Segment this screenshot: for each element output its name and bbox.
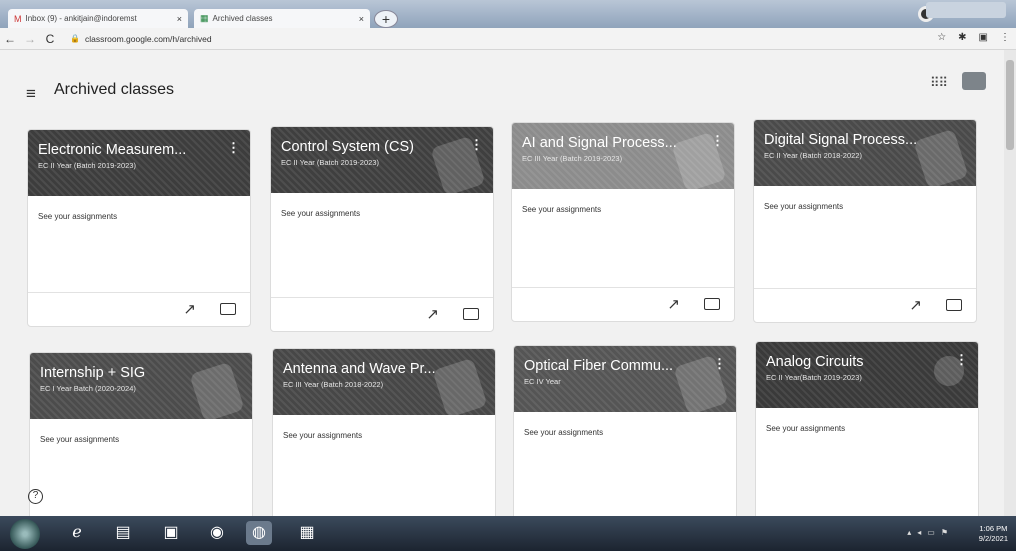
folder-icon[interactable] [704, 298, 720, 310]
illustration [913, 128, 969, 190]
class-card-internship-sig[interactable]: Internship + SIG EC I Year Batch (2020-2… [29, 352, 253, 527]
new-tab-button[interactable]: + [374, 10, 398, 28]
back-arrow-icon[interactable]: ← [0, 32, 20, 46]
gmail-icon: M [14, 13, 22, 24]
class-card-ai-signal-processing[interactable]: AI and Signal Process... EC III Year (Ba… [511, 122, 735, 322]
start-button[interactable] [10, 519, 40, 549]
more-options-icon[interactable]: ⋮ [227, 140, 240, 156]
card-banner[interactable]: Optical Fiber Commu... EC IV Year ⋮ [514, 346, 736, 416]
avatar[interactable] [962, 72, 986, 90]
tab-inbox[interactable]: M Inbox (9) - ankitjain@indoremst × [8, 9, 188, 28]
card-banner[interactable]: Electronic Measurem... EC II Year (Batch… [28, 130, 250, 196]
extension-icon-2[interactable]: ▣ [979, 32, 988, 43]
tablet-illustration [432, 357, 488, 419]
class-card-optical-fiber[interactable]: Optical Fiber Commu... EC IV Year ⋮ See … [513, 345, 737, 529]
browser-tab-bar: M Inbox (9) - ankitjain@indoremst × ▦ Ar… [0, 0, 1016, 28]
more-options-icon[interactable]: ⋮ [955, 352, 968, 368]
tab-archived-classes[interactable]: ▦ Archived classes × [194, 9, 370, 28]
help-icon[interactable]: ? [28, 489, 43, 504]
card-footer: ↗ [271, 297, 493, 331]
see-assignments-link[interactable]: See your assignments [40, 435, 119, 444]
app-icon-2[interactable]: ▦ [294, 521, 320, 545]
app-header: ≡ Archived classes ⠿⠿ [0, 50, 1016, 110]
see-assignments-link[interactable]: See your assignments [524, 428, 603, 437]
more-options-icon[interactable]: ⋮ [713, 356, 726, 372]
card-footer: ↗ [512, 287, 734, 321]
see-assignments-link[interactable]: See your assignments [283, 431, 362, 440]
card-banner[interactable]: Digital Signal Process... EC II Year (Ba… [754, 120, 976, 190]
folder-icon[interactable] [946, 299, 962, 311]
illustration [189, 361, 245, 423]
see-assignments-link[interactable]: See your assignments [38, 212, 117, 221]
clock-time: 1:06 PM [979, 524, 1008, 533]
apps-grid-icon[interactable]: ⠿⠿ [930, 75, 948, 91]
classroom-icon: ▦ [200, 13, 209, 23]
page-title: Archived classes [54, 81, 175, 98]
file-explorer-icon[interactable]: ▤ [110, 521, 136, 545]
class-card-antenna-wave[interactable]: Antenna and Wave Pr... EC III Year (Batc… [272, 348, 496, 528]
clock[interactable]: 1:06 PM 9/2/2021 [979, 524, 1008, 544]
class-section: EC II Year (Batch 2019-2023) [38, 161, 136, 170]
internet-explorer-icon[interactable]: ℯ [64, 521, 90, 545]
see-assignments-link[interactable]: See your assignments [522, 205, 601, 214]
folder-icon[interactable] [463, 308, 479, 320]
hamburger-menu-icon[interactable]: ≡ [26, 84, 36, 104]
trending-icon[interactable]: ↗ [667, 295, 680, 313]
tab-label: Inbox (9) - ankitjain@indoremst [25, 14, 137, 23]
scrollbar-thumb[interactable] [1006, 60, 1014, 150]
see-assignments-link[interactable]: See your assignments [764, 202, 843, 211]
class-card-electronic-measurement[interactable]: Electronic Measurem... EC II Year (Batch… [27, 129, 251, 327]
card-footer: ↗ [28, 292, 250, 326]
class-title[interactable]: Electronic Measurem... [38, 142, 223, 158]
class-card-digital-signal-processing[interactable]: Digital Signal Process... EC II Year (Ba… [753, 119, 977, 323]
browser-toolbar: ← → C 🔒 classroom.google.com/h/archived … [0, 28, 1016, 50]
extension-icon[interactable]: ✱ [958, 32, 966, 43]
forward-arrow-icon[interactable]: → [20, 32, 40, 46]
close-icon[interactable]: × [359, 14, 364, 24]
taskbar: ℯ ▤ ▣ ◉ ◍ ▦ ▴◂▭⚑ 1:06 PM 9/2/2021 [0, 516, 1016, 551]
clock-date: 9/2/2021 [978, 534, 1008, 543]
card-banner[interactable]: AI and Signal Process... EC III Year (Ba… [512, 123, 734, 193]
trending-icon[interactable]: ↗ [183, 300, 196, 318]
more-options-icon[interactable]: ⋮ [711, 133, 724, 149]
card-footer: ↗ [754, 288, 976, 322]
trending-icon[interactable]: ↗ [909, 296, 922, 314]
more-options-icon[interactable]: ⋮ [470, 137, 483, 153]
card-banner[interactable]: Antenna and Wave Pr... EC III Year (Batc… [273, 349, 495, 419]
system-tray[interactable]: ▴◂▭⚑ [907, 528, 954, 537]
window-controls[interactable] [926, 2, 1006, 18]
tab-label: Archived classes [212, 14, 273, 23]
menu-dots-icon[interactable]: ⋮ [1000, 32, 1010, 43]
star-icon[interactable]: ☆ [937, 32, 946, 43]
class-title[interactable]: Analog Circuits [766, 354, 951, 370]
lock-icon: 🔒 [70, 34, 80, 43]
see-assignments-link[interactable]: See your assignments [766, 424, 845, 433]
see-assignments-link[interactable]: See your assignments [281, 209, 360, 218]
trending-icon[interactable]: ↗ [426, 305, 439, 323]
card-banner[interactable]: Internship + SIG EC I Year Batch (2020-2… [30, 353, 252, 423]
url-text: classroom.google.com/h/archived [84, 33, 212, 44]
close-icon[interactable]: × [177, 14, 182, 24]
class-card-control-system[interactable]: Control System (CS) EC II Year (Batch 20… [270, 126, 494, 332]
class-card-analog-circuits[interactable]: Analog Circuits EC II Year(Batch 2019-20… [755, 341, 979, 529]
app-icon[interactable]: ▣ [158, 521, 184, 545]
card-banner[interactable]: Analog Circuits EC II Year(Batch 2019-20… [756, 342, 978, 408]
media-player-icon[interactable]: ◉ [204, 521, 230, 545]
folder-icon[interactable] [220, 303, 236, 315]
chrome-taskbar-icon[interactable]: ◍ [246, 521, 272, 545]
address-bar[interactable]: 🔒 classroom.google.com/h/archived [70, 34, 212, 44]
reload-icon[interactable]: C [40, 32, 60, 46]
card-banner[interactable]: Control System (CS) EC II Year (Batch 20… [271, 127, 493, 197]
